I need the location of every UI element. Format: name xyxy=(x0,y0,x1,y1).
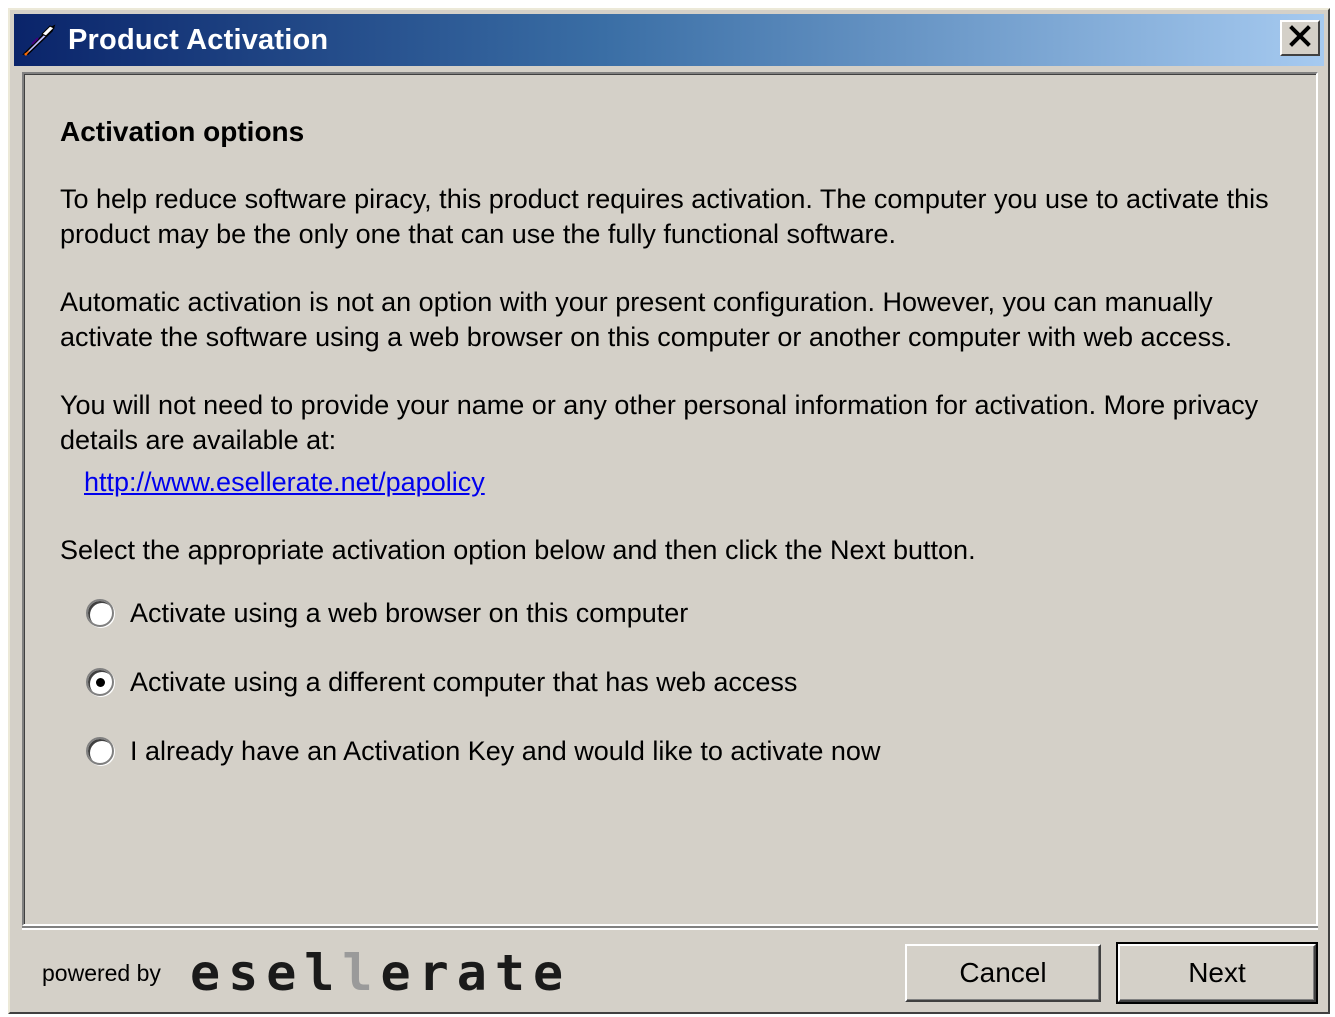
content-panel: Activation options To help reduce softwa… xyxy=(22,72,1318,926)
option-label: Activate using a web browser on this com… xyxy=(130,597,689,628)
option-different-computer[interactable]: Activate using a different computer that… xyxy=(86,664,797,700)
automatic-activation-paragraph: Automatic activation is not an option wi… xyxy=(60,287,1233,352)
radio-button[interactable] xyxy=(86,599,114,627)
logo-part: esel xyxy=(190,944,343,1002)
radio-button-selected[interactable] xyxy=(86,668,114,696)
radio-button[interactable] xyxy=(86,737,114,765)
logo-part: erate xyxy=(380,944,572,1002)
product-activation-dialog: Product Activation Activation options To… xyxy=(8,8,1330,1014)
option-label: I already have an Activation Key and wou… xyxy=(130,735,881,766)
window-title: Product Activation xyxy=(68,24,329,56)
option-label: Activate using a different computer that… xyxy=(130,666,798,697)
logo-part: l xyxy=(342,944,381,1002)
privacy-paragraph: You will not need to provide your name o… xyxy=(60,390,1259,455)
piracy-paragraph: To help reduce software piracy, this pro… xyxy=(60,184,1269,249)
section-heading: Activation options xyxy=(60,116,305,147)
option-have-activation-key[interactable]: I already have an Activation Key and wou… xyxy=(86,733,880,769)
powered-by-label: powered by xyxy=(42,960,161,986)
footer-divider xyxy=(22,926,1318,930)
close-icon xyxy=(1288,24,1312,52)
close-button[interactable] xyxy=(1280,20,1320,56)
next-button[interactable]: Next xyxy=(1116,942,1318,1004)
instruction-text: Select the appropriate activation option… xyxy=(60,535,976,565)
title-bar[interactable]: Product Activation xyxy=(14,14,1324,66)
cancel-button[interactable]: Cancel xyxy=(905,944,1101,1002)
option-web-browser-this-computer[interactable]: Activate using a web browser on this com… xyxy=(86,595,688,631)
esellerate-logo: esel l erate xyxy=(190,942,571,1002)
privacy-policy-link[interactable]: http://www.esellerate.net/papolicy xyxy=(84,467,485,498)
rocket-feather-icon xyxy=(20,22,58,58)
